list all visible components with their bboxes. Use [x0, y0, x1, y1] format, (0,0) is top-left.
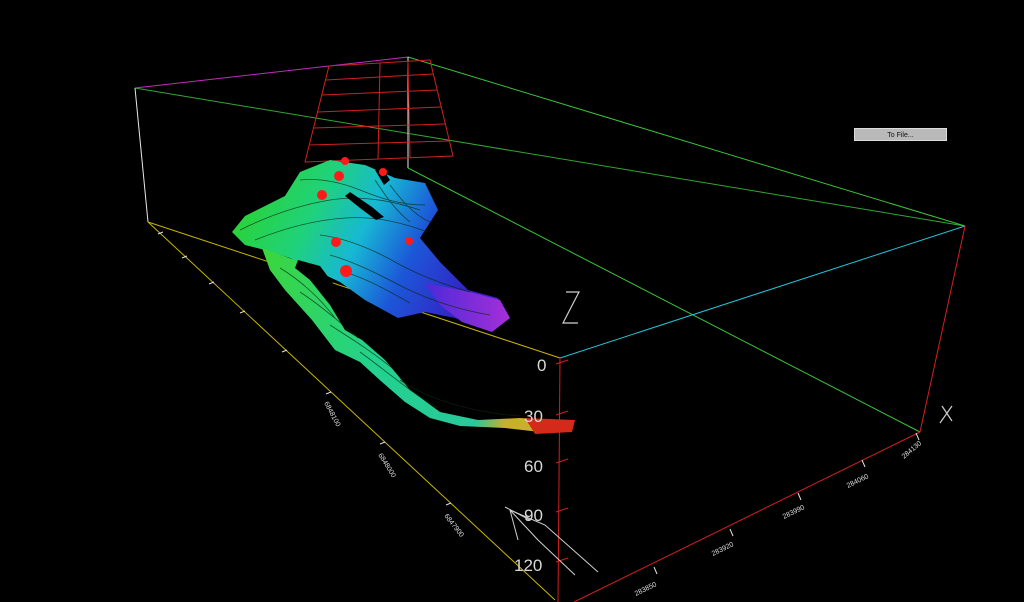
box-edge [557, 357, 561, 602]
to-file-button[interactable]: To File... [854, 128, 947, 141]
z-tick-label: 0 [537, 356, 546, 375]
x-tick-label: 283920 [711, 541, 735, 558]
box-edge [559, 225, 966, 359]
y-tick-label: 6847900 [442, 513, 464, 539]
drillhole-marker[interactable] [317, 190, 327, 200]
terrain-surface [232, 160, 575, 434]
3d-viewport[interactable]: Z X 0 30 60 90 120 283850 283920 283990 [0, 0, 1024, 602]
drillhole-marker[interactable] [405, 237, 413, 245]
x-axis-title: X [939, 405, 953, 424]
x-tick-label: 283990 [782, 504, 806, 521]
z-tick-label: 30 [524, 407, 543, 426]
box-edge [919, 225, 966, 433]
z-tick-label: 120 [514, 556, 542, 575]
x-tick-label: 284060 [846, 473, 870, 490]
x-axis: 283850 283920 283990 284060 284130 [634, 432, 923, 598]
drillhole-marker[interactable] [379, 168, 387, 176]
drillhole-marker[interactable] [340, 265, 352, 277]
z-tick-label: 90 [524, 506, 543, 525]
drillhole-marker[interactable] [334, 171, 344, 181]
drillhole-marker[interactable] [341, 157, 349, 165]
drillhole-marker[interactable] [331, 237, 341, 247]
box-edge [573, 431, 921, 602]
bounding-box [134, 56, 966, 602]
z-tick-label: 60 [524, 457, 543, 476]
box-edge [134, 87, 149, 223]
grid-surface [304, 59, 454, 163]
x-tick-label: 283850 [634, 581, 658, 598]
y-tick-label: 6848000 [376, 452, 396, 479]
box-edge [407, 56, 966, 227]
x-tick-label: 284130 [901, 440, 923, 460]
y-tick-label: 6848100 [322, 401, 341, 428]
box-edge [134, 87, 966, 227]
box-edge [134, 56, 409, 89]
